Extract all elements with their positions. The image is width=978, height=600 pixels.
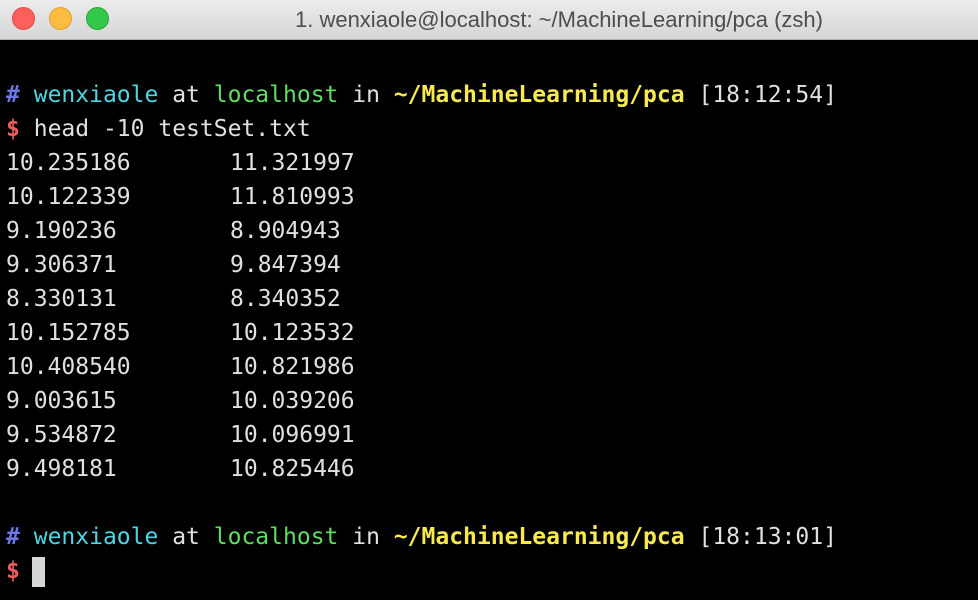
output-col2: 11.321997: [230, 150, 355, 176]
prompt-host: localhost: [213, 524, 339, 550]
output-col1: 8.330131: [6, 286, 117, 312]
output-col2: 10.096991: [230, 422, 355, 448]
prompt-line-2: # wenxiaole at localhost in ~/MachineLea…: [6, 520, 978, 554]
prompt-in: in: [352, 82, 380, 108]
output-col1: 9.190236: [6, 218, 117, 244]
output-col1: 10.408540: [6, 354, 131, 380]
output-col2: 11.810993: [230, 184, 355, 210]
output-col2: 8.340352: [230, 286, 341, 312]
output-row: 10.235186 11.321997: [6, 146, 978, 180]
prompt-dollar: $: [6, 116, 20, 142]
output-col2: 10.123532: [230, 320, 355, 346]
output-row: 9.498181 10.825446: [6, 452, 978, 486]
text-cursor: [31, 556, 45, 587]
prompt-time: [18:13:01]: [698, 524, 837, 550]
prompt-user: wenxiaole: [33, 524, 159, 550]
prompt-hash: #: [6, 82, 20, 108]
prompt-host: localhost: [213, 82, 339, 108]
prompt-at: at: [172, 524, 200, 550]
output-row: 10.408540 10.821986: [6, 350, 978, 384]
command-line-2[interactable]: $: [6, 554, 978, 588]
terminal-content[interactable]: # wenxiaole at localhost in ~/MachineLea…: [0, 40, 978, 600]
prompt-path: ~/MachineLearning/pca: [393, 524, 685, 550]
output-col2: 10.039206: [230, 388, 355, 414]
prompt-line-1: # wenxiaole at localhost in ~/MachineLea…: [6, 78, 978, 112]
command-line-1: $ head -10 testSet.txt: [6, 112, 978, 146]
output-col2: 8.904943: [230, 218, 341, 244]
command-text: head -10 testSet.txt: [33, 116, 311, 142]
title-bar[interactable]: 1. wenxiaole@localhost: ~/MachineLearnin…: [0, 0, 978, 40]
prompt-user: wenxiaole: [33, 82, 159, 108]
prompt-dollar: $: [6, 558, 20, 584]
prompt-in: in: [352, 524, 380, 550]
window-title: 1. wenxiaole@localhost: ~/MachineLearnin…: [294, 7, 823, 32]
prompt-at: at: [172, 82, 200, 108]
output-row: 9.534872 10.096991: [6, 418, 978, 452]
prompt-hash: #: [6, 524, 20, 550]
output-row: 10.152785 10.123532: [6, 316, 978, 350]
output-row: 8.330131 8.340352: [6, 282, 978, 316]
output-row: 10.122339 11.810993: [6, 180, 978, 214]
output-col1: 9.003615: [6, 388, 117, 414]
command-output: 10.235186 11.321997 10.122339 11.810993 9.…: [6, 146, 978, 486]
output-col1: 9.306371: [6, 252, 117, 278]
output-col1: 10.152785: [6, 320, 131, 346]
prompt-time: [18:12:54]: [698, 82, 837, 108]
output-col1: 10.122339: [6, 184, 131, 210]
output-row: 9.003615 10.039206: [6, 384, 978, 418]
output-col2: 10.821986: [230, 354, 355, 380]
output-col2: 9.847394: [230, 252, 341, 278]
output-col2: 10.825446: [230, 456, 355, 482]
output-col1: 9.498181: [6, 456, 117, 482]
output-col1: 10.235186: [6, 150, 131, 176]
output-row: 9.306371 9.847394: [6, 248, 978, 282]
output-col1: 9.534872: [6, 422, 117, 448]
prompt-path: ~/MachineLearning/pca: [393, 82, 685, 108]
terminal-window: 1. wenxiaole@localhost: ~/MachineLearnin…: [0, 0, 978, 600]
output-row: 9.190236 8.904943: [6, 214, 978, 248]
